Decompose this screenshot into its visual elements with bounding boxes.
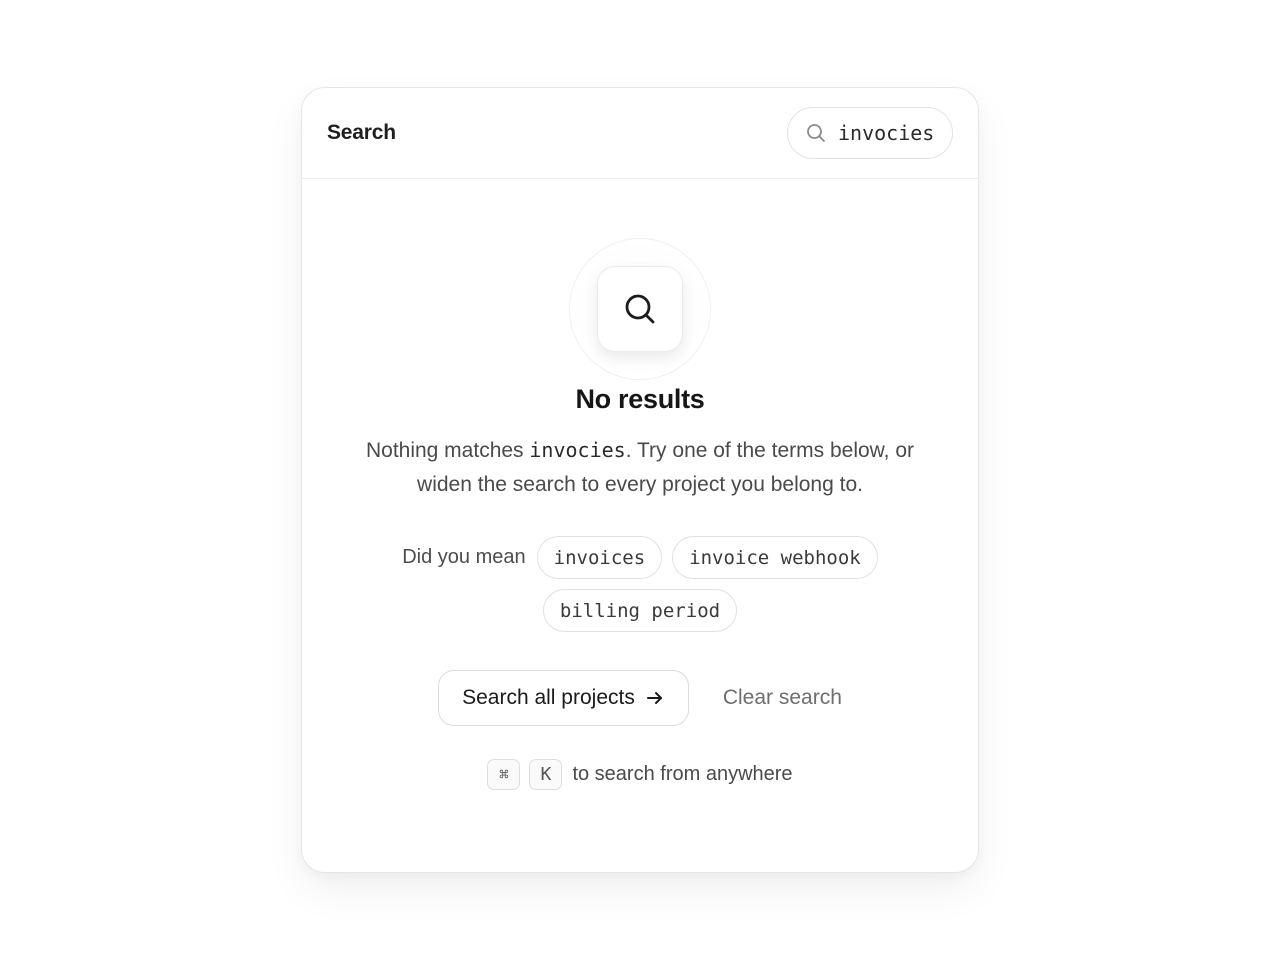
clear-search-button[interactable]: Clear search bbox=[723, 686, 842, 710]
empty-state-halo bbox=[569, 238, 711, 380]
panel-title: Search bbox=[327, 121, 396, 144]
search-all-projects-label: Search all projects bbox=[462, 686, 635, 709]
empty-state-title: No results bbox=[575, 384, 705, 414]
search-panel: Search No results Nothing matches invoci… bbox=[301, 87, 979, 873]
suggestions-label: Did you mean bbox=[402, 546, 526, 568]
search-all-projects-button[interactable]: Search all projects bbox=[438, 670, 689, 726]
search-icon bbox=[625, 294, 655, 324]
empty-state: No results Nothing matches invocies. Try… bbox=[302, 179, 978, 790]
suggestion-chip-invoices[interactable]: invoices bbox=[536, 536, 663, 579]
description-query: invocies bbox=[529, 438, 626, 462]
suggestion-chip-billing-period[interactable]: billing period bbox=[542, 589, 738, 632]
empty-state-description: Nothing matches invocies. Try one of the… bbox=[340, 433, 940, 502]
actions: Search all projects Clear search bbox=[438, 670, 842, 726]
suggestion-chip-invoice-webhook[interactable]: invoice webhook bbox=[672, 536, 878, 579]
panel-header: Search bbox=[302, 88, 978, 179]
keyboard-shortcut-hint: ⌘ K to search from anywhere bbox=[487, 759, 793, 790]
search-input[interactable] bbox=[838, 121, 936, 145]
suggestions: Did you mean invoices invoice webhook bi… bbox=[360, 536, 920, 632]
command-key: ⌘ bbox=[487, 759, 521, 790]
shortcut-text: to search from anywhere bbox=[572, 763, 793, 785]
arrow-right-icon bbox=[646, 692, 662, 704]
search-icon bbox=[806, 123, 826, 143]
k-key: K bbox=[529, 759, 563, 790]
description-prefix: Nothing matches bbox=[365, 439, 530, 462]
empty-state-icon-tile bbox=[597, 266, 683, 352]
search-field[interactable] bbox=[787, 107, 953, 159]
